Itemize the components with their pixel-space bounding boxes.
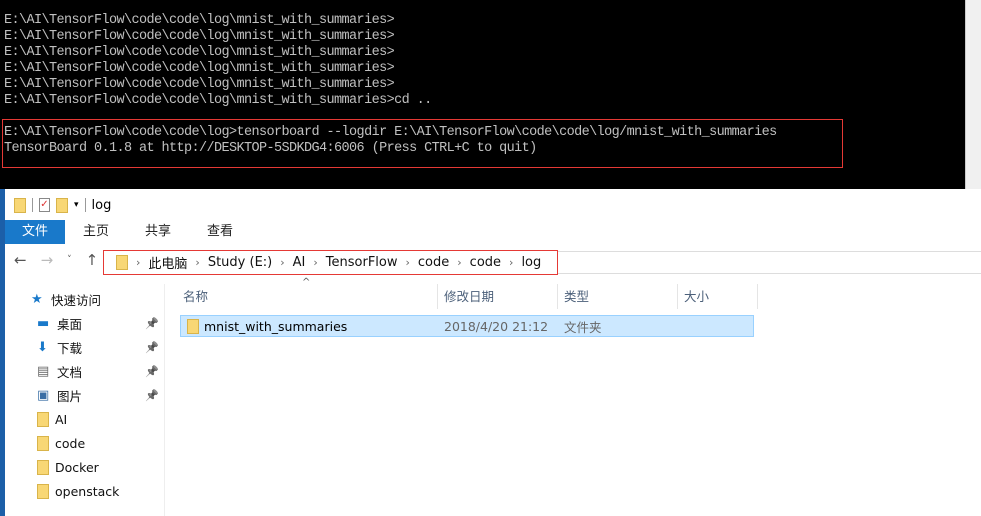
- ribbon-tabs: 文件 主页 共享 查看: [5, 220, 251, 244]
- tab-share[interactable]: 共享: [127, 220, 189, 244]
- quick-access-toolbar: ✓ ▾ log: [14, 195, 111, 215]
- tab-view[interactable]: 查看: [189, 220, 251, 244]
- console-line: E:\AI\TensorFlow\code\code\log\mnist_wit…: [4, 45, 395, 60]
- column-size[interactable]: 大小: [678, 284, 758, 309]
- breadcrumb-item[interactable]: code: [470, 255, 501, 270]
- console-line: E:\AI\TensorFlow\code\code\log\mnist_wit…: [4, 93, 432, 108]
- file-date: 2018/4/20 21:12: [444, 318, 549, 334]
- breadcrumb-item[interactable]: TensorFlow: [326, 255, 398, 270]
- chevron-right-icon[interactable]: ›: [509, 256, 513, 269]
- console-line: E:\AI\TensorFlow\code\code\log\mnist_wit…: [4, 77, 395, 92]
- customize-dropdown-icon[interactable]: ▾: [74, 200, 79, 210]
- column-date[interactable]: 修改日期: [438, 284, 558, 309]
- file-explorer-window: ✓ ▾ log 文件 主页 共享 查看 ← → ˅ ↑ › 此电脑 › Study (…: [0, 189, 981, 516]
- column-headers: 名称 修改日期 类型 大小: [177, 284, 758, 309]
- sidebar-item-label: AI: [55, 411, 68, 427]
- console-line: E:\AI\TensorFlow\code\code\log\mnist_wit…: [4, 13, 395, 28]
- chevron-right-icon[interactable]: ›: [406, 256, 410, 269]
- sidebar-item[interactable]: ★ 快速访问: [31, 288, 159, 310]
- console-line: E:\AI\TensorFlow\code\code\log\mnist_wit…: [4, 61, 395, 76]
- recent-chevron-down-icon[interactable]: ˅: [67, 255, 72, 265]
- highlight-box: [2, 119, 843, 168]
- folder-icon: [187, 318, 199, 334]
- back-arrow-icon[interactable]: ←: [14, 251, 27, 269]
- window-title: log: [91, 197, 112, 213]
- sidebar-item[interactable]: AI: [37, 408, 165, 430]
- sidebar-item-label: Docker: [55, 459, 99, 475]
- folder-icon: [37, 435, 49, 451]
- navigation-pane: ★ 快速访问 ▬ 桌面 📌 ⬇ 下载 📌 ▤ 文档 📌 ▣ 图片 📌 AI code Docker opensta…: [5, 284, 165, 516]
- breadcrumb-item[interactable]: code: [418, 255, 449, 270]
- sidebar-item[interactable]: ▣ 图片 📌: [37, 384, 165, 406]
- tab-home[interactable]: 主页: [65, 220, 127, 244]
- breadcrumb-item[interactable]: 此电脑: [148, 253, 187, 272]
- file-type: 文件夹: [564, 319, 602, 335]
- sidebar-item[interactable]: ▬ 桌面 📌: [37, 312, 165, 334]
- sidebar-item-label: code: [55, 435, 86, 451]
- new-folder-icon[interactable]: [56, 197, 68, 213]
- chevron-right-icon[interactable]: ›: [313, 256, 317, 269]
- tab-file[interactable]: 文件: [5, 220, 66, 244]
- file-row[interactable]: mnist_with_summaries 2018/4/20 21:12 文件夹: [180, 315, 754, 337]
- up-arrow-icon[interactable]: ↑: [86, 251, 99, 269]
- console-line: E:\AI\TensorFlow\code\code\log\mnist_wit…: [4, 29, 395, 44]
- download-icon: ⬇: [37, 339, 48, 355]
- picture-icon: ▣: [37, 387, 50, 403]
- column-name[interactable]: 名称: [177, 284, 438, 309]
- sidebar-item-label: openstack: [55, 483, 120, 499]
- star-icon: ★: [31, 291, 43, 307]
- sidebar-item[interactable]: ▤ 文档 📌: [37, 360, 165, 382]
- breadcrumb-item[interactable]: log: [521, 255, 541, 270]
- chevron-right-icon[interactable]: ›: [457, 256, 461, 269]
- pin-icon[interactable]: 📌: [145, 341, 159, 354]
- pin-icon[interactable]: 📌: [145, 365, 159, 378]
- breadcrumb-item[interactable]: Study (E:): [208, 255, 272, 270]
- sidebar-item-label: 文档: [57, 364, 83, 380]
- address-bar[interactable]: › 此电脑 › Study (E:) › AI › TensorFlow › code › code ›…: [103, 250, 558, 275]
- chevron-right-icon[interactable]: ›: [195, 256, 199, 269]
- column-type[interactable]: 类型: [558, 284, 678, 309]
- sidebar-item-label: 快速访问: [51, 292, 102, 308]
- properties-icon[interactable]: ✓: [39, 198, 50, 212]
- document-icon: ▤: [37, 363, 50, 379]
- folder-icon: [116, 255, 128, 270]
- sidebar-item-label: 图片: [57, 388, 83, 404]
- chevron-right-icon[interactable]: ›: [136, 256, 140, 269]
- chevron-right-icon[interactable]: ›: [280, 256, 284, 269]
- folder-icon: [14, 197, 26, 213]
- navigation-buttons: ← → ˅ ↑: [14, 251, 98, 269]
- sidebar-item[interactable]: Docker: [37, 456, 165, 478]
- sidebar-item-label: 下载: [57, 340, 83, 356]
- forward-arrow-icon[interactable]: →: [41, 251, 54, 269]
- pin-icon[interactable]: 📌: [145, 389, 159, 402]
- sidebar-item[interactable]: openstack: [37, 480, 165, 502]
- sidebar-item[interactable]: code: [37, 432, 165, 454]
- folder-icon: [37, 459, 49, 475]
- file-name: mnist_with_summaries: [204, 318, 348, 334]
- sidebar-item[interactable]: ⬇ 下载 📌: [37, 336, 165, 358]
- sidebar-item-label: 桌面: [57, 316, 83, 332]
- desktop-icon: ▬: [37, 315, 50, 331]
- folder-icon: [37, 411, 49, 427]
- folder-icon: [37, 483, 49, 499]
- console-scrollbar[interactable]: [965, 0, 981, 189]
- pin-icon[interactable]: 📌: [145, 317, 159, 330]
- command-prompt-window[interactable]: E:\AI\TensorFlow\code\code\log\mnist_wit…: [0, 0, 981, 189]
- breadcrumb-item[interactable]: AI: [293, 255, 306, 270]
